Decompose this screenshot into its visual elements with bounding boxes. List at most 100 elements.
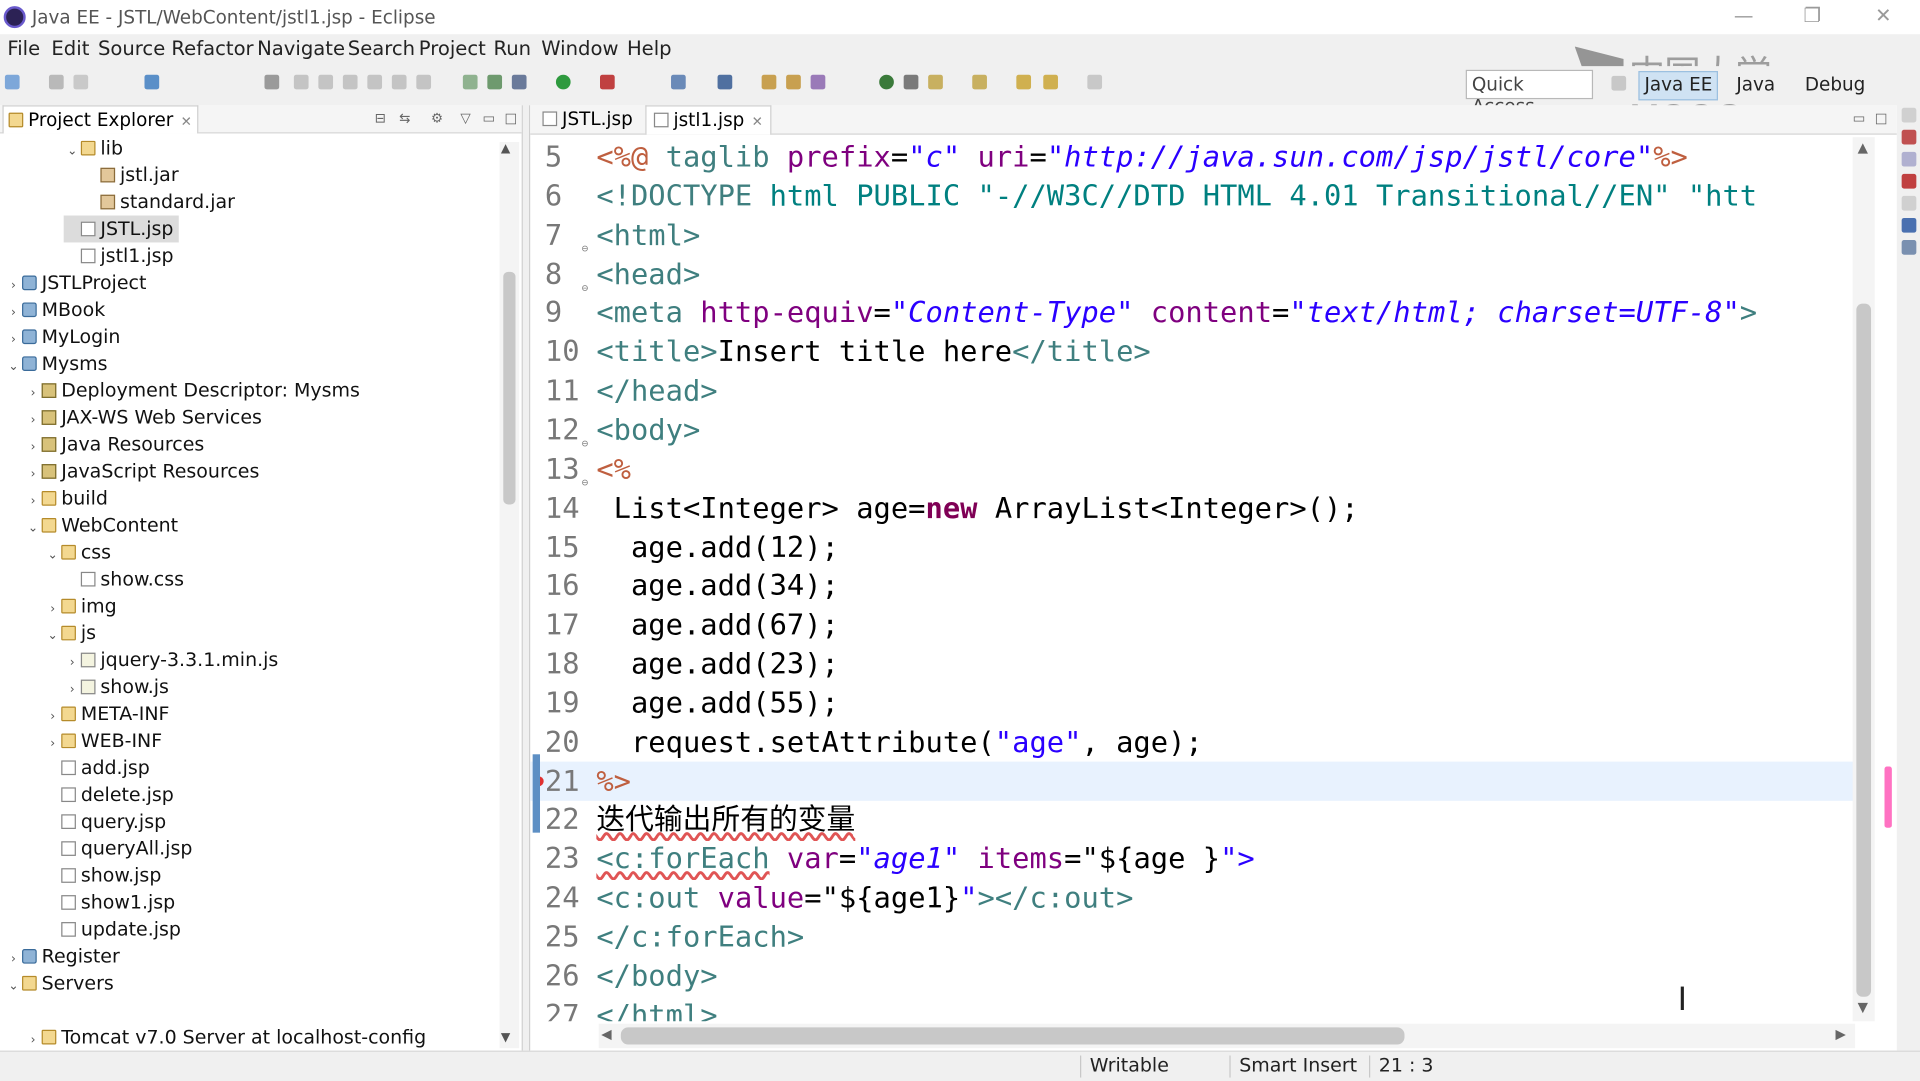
editor-horizontal-scrollbar[interactable]: ◀ ▶: [598, 1023, 1856, 1049]
new-server-icon[interactable]: [671, 74, 686, 90]
tree-item[interactable]: › JavaScript Resources: [24, 458, 260, 485]
tree-item[interactable]: › WEB-INF: [44, 727, 162, 754]
web-browser-icon[interactable]: [879, 74, 894, 90]
tree-item[interactable]: › JSTLProject: [5, 269, 146, 296]
last-edit-icon[interactable]: [972, 74, 987, 90]
code-line[interactable]: 7 ⊖ <html>: [530, 215, 1855, 256]
run-icon[interactable]: [555, 74, 571, 90]
editor-hscroll-thumb[interactable]: [620, 1027, 1405, 1045]
tree-item[interactable]: ⌄ css: [44, 539, 112, 566]
code-line[interactable]: 12 ⊖ <body>: [530, 410, 1855, 451]
tree-item[interactable]: update.jsp: [44, 916, 181, 943]
editor-vertical-scrollbar[interactable]: ▲ ▼: [1852, 137, 1875, 1022]
tree-item[interactable]: › META-INF: [44, 700, 169, 727]
tree-item[interactable]: queryAll.jsp: [44, 835, 192, 862]
editor-tab-jstl1[interactable]: jstl1.jsp ✕: [645, 105, 772, 135]
code-line[interactable]: 16 age.add(34);: [530, 566, 1855, 605]
tree-item[interactable]: ⌄ WebContent: [24, 512, 178, 539]
code-line[interactable]: 15 age.add(12);: [530, 527, 1855, 566]
tree-item[interactable]: ⌄ js: [44, 620, 96, 647]
scroll-up-icon[interactable]: ▲: [501, 142, 510, 155]
disconnect-icon[interactable]: [367, 74, 383, 90]
tree-item[interactable]: ⌄ Mysms: [5, 350, 108, 377]
chevron-down-icon[interactable]: ⌄: [24, 516, 41, 543]
scroll-down-icon[interactable]: ▼: [501, 1031, 510, 1044]
view-menu-icon[interactable]: ▽: [460, 110, 470, 126]
open-task-icon[interactable]: [786, 74, 801, 90]
code-line[interactable]: 13 ⊖ <%: [530, 449, 1855, 490]
markers-icon[interactable]: [1901, 129, 1917, 145]
new-icon[interactable]: [4, 74, 20, 90]
tree-item[interactable]: jstl1.jsp: [64, 242, 174, 269]
terminate-icon[interactable]: [342, 74, 358, 90]
external-tools-icon[interactable]: [600, 74, 615, 90]
open-perspective-icon[interactable]: [1611, 75, 1627, 91]
perspective-java-ee[interactable]: Java EE: [1638, 71, 1719, 101]
editor-tab-jstl[interactable]: JSTL.jsp: [535, 105, 640, 133]
annotation-icon[interactable]: [903, 74, 919, 90]
tree-item[interactable]: › show.js: [64, 673, 169, 700]
code-line[interactable]: 6 <!DOCTYPE html PUBLIC "-//W3C//DTD HTML…: [530, 176, 1855, 215]
scroll-right-icon[interactable]: ▶: [1836, 1026, 1846, 1042]
tree-item[interactable]: › build: [24, 485, 108, 512]
perspective-java[interactable]: Java: [1736, 73, 1775, 95]
chevron-down-icon[interactable]: ⌄: [64, 138, 81, 165]
servers-icon[interactable]: [1901, 173, 1917, 189]
code-line[interactable]: 11 </head>: [530, 371, 1855, 410]
search-icon[interactable]: [810, 74, 826, 90]
debug-icon[interactable]: [511, 74, 527, 90]
code-line[interactable]: 22 迭代输出所有的变量: [530, 800, 1855, 839]
publish-icon[interactable]: [487, 74, 503, 90]
code-line[interactable]: 24 <c:out value="${age1}"></c:out>: [530, 878, 1855, 917]
tree-item[interactable]: JSTL.jsp: [63, 215, 179, 243]
tree-item[interactable]: show1.jsp: [44, 889, 175, 916]
explorer-scrollbar[interactable]: ▲ ▼: [499, 142, 520, 1049]
tree-item[interactable]: add.jsp: [44, 754, 150, 781]
suspend-icon[interactable]: [318, 74, 334, 90]
code-line[interactable]: 10 <title>Insert title here</title>: [530, 332, 1855, 371]
collapse-all-icon[interactable]: ⊟: [375, 110, 386, 126]
new-class-icon[interactable]: [717, 74, 733, 90]
code-line[interactable]: 8 ⊖ <head>: [530, 254, 1855, 295]
next-annotation-icon[interactable]: [928, 74, 943, 90]
properties-icon[interactable]: [1901, 151, 1917, 167]
chevron-down-icon[interactable]: ⌄: [44, 623, 61, 650]
server-icon[interactable]: [462, 74, 478, 90]
menu-navigate[interactable]: Navigate: [257, 37, 345, 60]
tree-item[interactable]: › Register: [5, 943, 120, 970]
code-line[interactable]: 19 age.add(55);: [530, 683, 1855, 722]
close-tab-icon[interactable]: ✕: [181, 114, 192, 130]
menu-help[interactable]: Help: [627, 37, 672, 60]
maximize-view-icon[interactable]: □: [504, 110, 517, 126]
tree-item[interactable]: › Tomcat v7.0 Server at localhost-config: [24, 1024, 427, 1051]
link-editor-icon[interactable]: ⇆: [399, 110, 410, 126]
tree-item[interactable]: ⌄ lib: [64, 135, 123, 162]
code-line[interactable]: 27 </html>: [530, 995, 1855, 1022]
tree-item[interactable]: › MBook: [5, 296, 105, 323]
data-source-icon[interactable]: [1901, 195, 1917, 211]
menu-search[interactable]: Search: [348, 37, 415, 60]
back-history-icon[interactable]: [1043, 74, 1058, 90]
step-into-icon[interactable]: [391, 74, 407, 90]
minimize-button[interactable]: —: [1729, 2, 1758, 29]
menu-file[interactable]: File: [7, 37, 40, 60]
code-line[interactable]: 20 request.setAttribute("age", age);: [530, 722, 1855, 761]
menu-source[interactable]: Source: [98, 37, 165, 60]
chevron-down-icon[interactable]: ⌄: [5, 354, 22, 381]
tree-item[interactable]: › MyLogin: [5, 323, 121, 350]
tree-item[interactable]: ⌄ Servers: [5, 970, 114, 997]
code-line[interactable]: 26 </body>: [530, 956, 1855, 995]
console-icon[interactable]: [1901, 217, 1917, 233]
perspective-debug[interactable]: Debug: [1805, 73, 1865, 95]
project-explorer-tab[interactable]: Project Explorer ✕: [2, 105, 199, 134]
save-all-icon[interactable]: [73, 74, 89, 90]
tree-item[interactable]: show.css: [64, 566, 184, 593]
tree-item[interactable]: show.jsp: [44, 862, 161, 889]
forward-icon[interactable]: [1087, 74, 1103, 90]
save-icon[interactable]: [48, 74, 64, 90]
close-tab-icon[interactable]: ✕: [752, 114, 763, 130]
code-line[interactable]: 21 %>: [530, 761, 1856, 801]
tree-item[interactable]: › JAX-WS Web Services: [24, 404, 262, 431]
chevron-down-icon[interactable]: ⌄: [5, 973, 22, 1000]
tree-item[interactable]: jstl.jar: [83, 162, 179, 189]
